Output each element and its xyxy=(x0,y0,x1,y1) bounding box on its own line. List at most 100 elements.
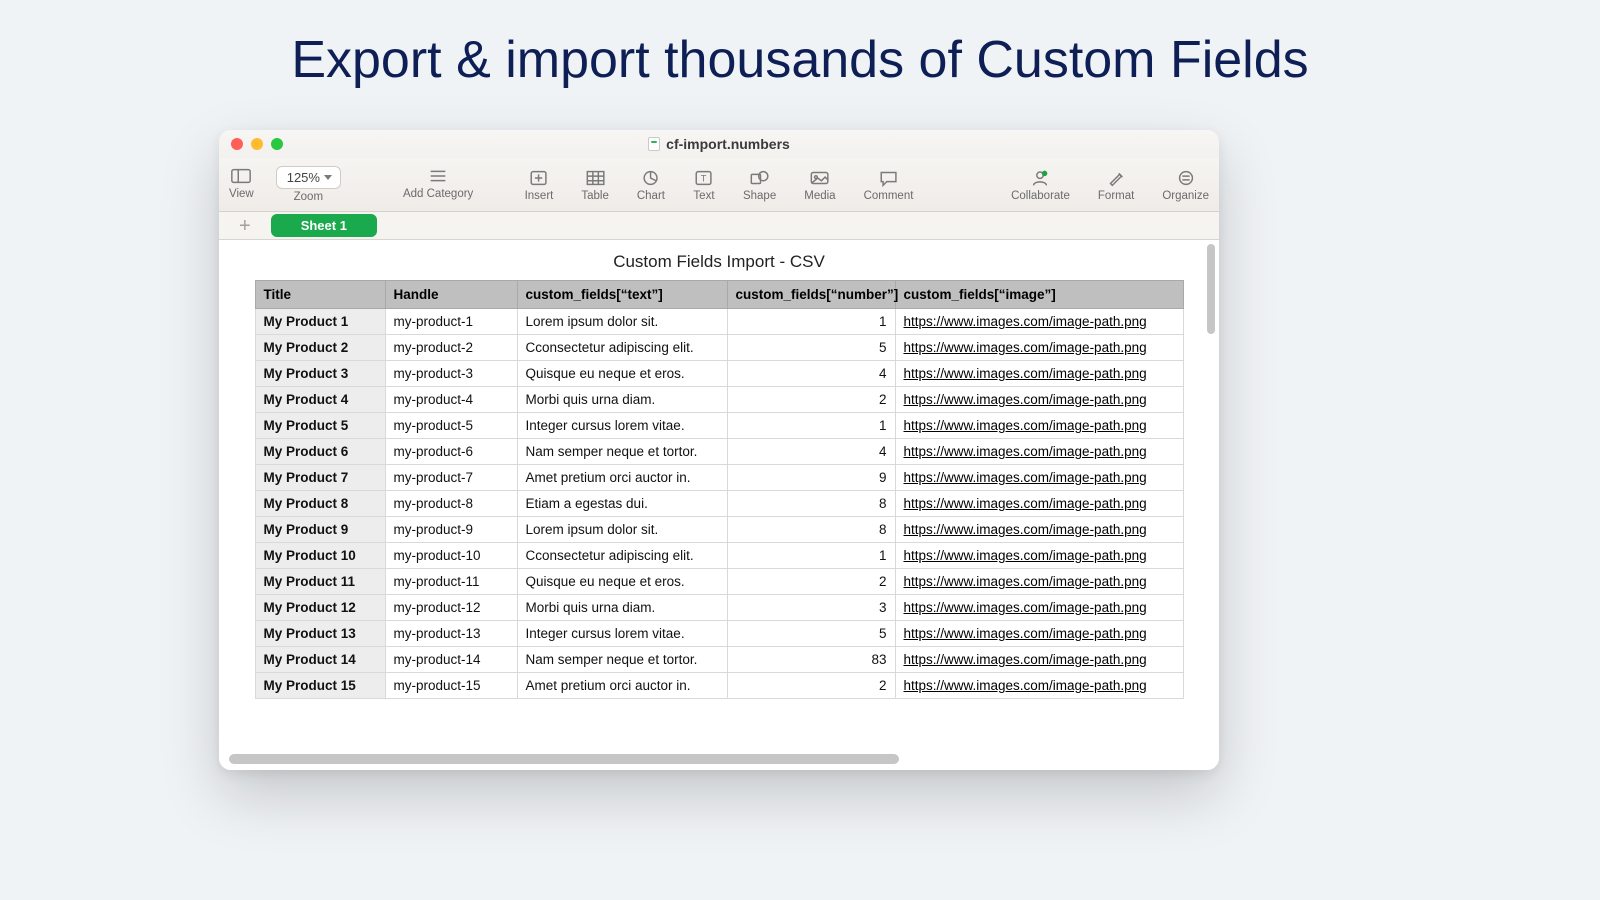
cell-image-link[interactable]: https://www.images.com/image-path.png xyxy=(895,335,1183,361)
shape-button[interactable]: Shape xyxy=(743,168,776,202)
cell-text[interactable]: Lorem ipsum dolor sit. xyxy=(517,517,727,543)
cell-text[interactable]: Integer cursus lorem vitae. xyxy=(517,413,727,439)
table-row[interactable]: My Product 5my-product-5Integer cursus l… xyxy=(255,413,1183,439)
cell-number[interactable]: 2 xyxy=(727,673,895,699)
format-button[interactable]: Format xyxy=(1098,168,1134,202)
table-row[interactable]: My Product 14my-product-14Nam semper neq… xyxy=(255,647,1183,673)
cell-handle[interactable]: my-product-12 xyxy=(385,595,517,621)
cell-handle[interactable]: my-product-11 xyxy=(385,569,517,595)
cell-handle[interactable]: my-product-3 xyxy=(385,361,517,387)
cell-title[interactable]: My Product 6 xyxy=(255,439,385,465)
cell-image-link[interactable]: https://www.images.com/image-path.png xyxy=(895,673,1183,699)
cell-number[interactable]: 8 xyxy=(727,491,895,517)
image-link[interactable]: https://www.images.com/image-path.png xyxy=(904,652,1147,667)
cell-handle[interactable]: my-product-2 xyxy=(385,335,517,361)
cell-text[interactable]: Cconsectetur adipiscing elit. xyxy=(517,335,727,361)
cell-text[interactable]: Morbi quis urna diam. xyxy=(517,595,727,621)
cell-title[interactable]: My Product 14 xyxy=(255,647,385,673)
image-link[interactable]: https://www.images.com/image-path.png xyxy=(904,392,1147,407)
cell-number[interactable]: 1 xyxy=(727,309,895,335)
cell-image-link[interactable]: https://www.images.com/image-path.png xyxy=(895,439,1183,465)
table-button[interactable]: Table xyxy=(581,168,609,202)
cell-text[interactable]: Morbi quis urna diam. xyxy=(517,387,727,413)
organize-button[interactable]: Organize xyxy=(1162,168,1209,202)
cell-handle[interactable]: my-product-15 xyxy=(385,673,517,699)
cell-number[interactable]: 2 xyxy=(727,387,895,413)
data-table[interactable]: Title Handle custom_fields[“text”] custo… xyxy=(255,280,1184,699)
col-header-number[interactable]: custom_fields[“number”] xyxy=(727,281,895,309)
image-link[interactable]: https://www.images.com/image-path.png xyxy=(904,470,1147,485)
comment-button[interactable]: Comment xyxy=(864,168,914,202)
cell-title[interactable]: My Product 10 xyxy=(255,543,385,569)
cell-text[interactable]: Amet pretium orci auctor in. xyxy=(517,673,727,699)
cell-image-link[interactable]: https://www.images.com/image-path.png xyxy=(895,595,1183,621)
view-button[interactable]: View xyxy=(229,166,254,200)
chart-button[interactable]: Chart xyxy=(637,168,665,202)
table-row[interactable]: My Product 6my-product-6Nam semper neque… xyxy=(255,439,1183,465)
cell-text[interactable]: Etiam a egestas dui. xyxy=(517,491,727,517)
cell-handle[interactable]: my-product-8 xyxy=(385,491,517,517)
cell-image-link[interactable]: https://www.images.com/image-path.png xyxy=(895,517,1183,543)
cell-number[interactable]: 4 xyxy=(727,361,895,387)
cell-text[interactable]: Cconsectetur adipiscing elit. xyxy=(517,543,727,569)
cell-text[interactable]: Integer cursus lorem vitae. xyxy=(517,621,727,647)
table-row[interactable]: My Product 7my-product-7Amet pretium orc… xyxy=(255,465,1183,491)
cell-number[interactable]: 8 xyxy=(727,517,895,543)
table-row[interactable]: My Product 11my-product-11Quisque eu neq… xyxy=(255,569,1183,595)
cell-title[interactable]: My Product 11 xyxy=(255,569,385,595)
image-link[interactable]: https://www.images.com/image-path.png xyxy=(904,340,1147,355)
cell-image-link[interactable]: https://www.images.com/image-path.png xyxy=(895,491,1183,517)
horizontal-scroll-thumb[interactable] xyxy=(229,754,899,764)
cell-text[interactable]: Amet pretium orci auctor in. xyxy=(517,465,727,491)
col-header-image[interactable]: custom_fields[“image”] xyxy=(895,281,1183,309)
cell-number[interactable]: 5 xyxy=(727,335,895,361)
insert-button[interactable]: Insert xyxy=(525,168,554,202)
vertical-scroll-thumb[interactable] xyxy=(1207,244,1215,334)
cell-image-link[interactable]: https://www.images.com/image-path.png xyxy=(895,309,1183,335)
cell-number[interactable]: 83 xyxy=(727,647,895,673)
image-link[interactable]: https://www.images.com/image-path.png xyxy=(904,600,1147,615)
table-row[interactable]: My Product 3my-product-3Quisque eu neque… xyxy=(255,361,1183,387)
cell-title[interactable]: My Product 9 xyxy=(255,517,385,543)
image-link[interactable]: https://www.images.com/image-path.png xyxy=(904,444,1147,459)
cell-text[interactable]: Quisque eu neque et eros. xyxy=(517,361,727,387)
image-link[interactable]: https://www.images.com/image-path.png xyxy=(904,574,1147,589)
table-row[interactable]: My Product 12my-product-12Morbi quis urn… xyxy=(255,595,1183,621)
image-link[interactable]: https://www.images.com/image-path.png xyxy=(904,366,1147,381)
cell-text[interactable]: Nam semper neque et tortor. xyxy=(517,439,727,465)
cell-handle[interactable]: my-product-13 xyxy=(385,621,517,647)
cell-title[interactable]: My Product 1 xyxy=(255,309,385,335)
table-row[interactable]: My Product 10my-product-10Cconsectetur a… xyxy=(255,543,1183,569)
cell-handle[interactable]: my-product-10 xyxy=(385,543,517,569)
cell-handle[interactable]: my-product-6 xyxy=(385,439,517,465)
vertical-scrollbar[interactable] xyxy=(1207,244,1215,740)
text-button[interactable]: T Text xyxy=(693,168,715,202)
cell-image-link[interactable]: https://www.images.com/image-path.png xyxy=(895,621,1183,647)
cell-handle[interactable]: my-product-14 xyxy=(385,647,517,673)
cell-number[interactable]: 3 xyxy=(727,595,895,621)
cell-title[interactable]: My Product 8 xyxy=(255,491,385,517)
cell-title[interactable]: My Product 3 xyxy=(255,361,385,387)
add-category-button[interactable]: Add Category xyxy=(403,166,473,200)
cell-title[interactable]: My Product 4 xyxy=(255,387,385,413)
cell-number[interactable]: 4 xyxy=(727,439,895,465)
table-row[interactable]: My Product 8my-product-8Etiam a egestas … xyxy=(255,491,1183,517)
add-sheet-button[interactable]: + xyxy=(231,216,259,236)
horizontal-scrollbar[interactable] xyxy=(229,754,1203,764)
cell-image-link[interactable]: https://www.images.com/image-path.png xyxy=(895,465,1183,491)
cell-title[interactable]: My Product 15 xyxy=(255,673,385,699)
image-link[interactable]: https://www.images.com/image-path.png xyxy=(904,626,1147,641)
cell-number[interactable]: 2 xyxy=(727,569,895,595)
cell-image-link[interactable]: https://www.images.com/image-path.png xyxy=(895,647,1183,673)
cell-image-link[interactable]: https://www.images.com/image-path.png xyxy=(895,569,1183,595)
media-button[interactable]: Media xyxy=(804,168,835,202)
table-row[interactable]: My Product 4my-product-4Morbi quis urna … xyxy=(255,387,1183,413)
image-link[interactable]: https://www.images.com/image-path.png xyxy=(904,548,1147,563)
table-row[interactable]: My Product 9my-product-9Lorem ipsum dolo… xyxy=(255,517,1183,543)
cell-image-link[interactable]: https://www.images.com/image-path.png xyxy=(895,413,1183,439)
cell-image-link[interactable]: https://www.images.com/image-path.png xyxy=(895,361,1183,387)
cell-handle[interactable]: my-product-5 xyxy=(385,413,517,439)
cell-handle[interactable]: my-product-1 xyxy=(385,309,517,335)
table-row[interactable]: My Product 13my-product-13Integer cursus… xyxy=(255,621,1183,647)
cell-title[interactable]: My Product 13 xyxy=(255,621,385,647)
